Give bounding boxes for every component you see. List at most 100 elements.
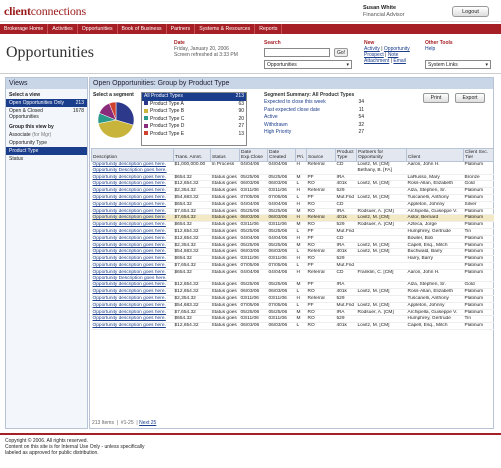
table-row[interactable]: Opportunity description goes here. $12,65… — [91, 322, 494, 330]
group-status[interactable]: Status — [6, 155, 87, 163]
nav-item-reports[interactable]: Reports — [255, 24, 283, 34]
segment-b[interactable]: Product Type B 90 — [142, 108, 246, 116]
table-cell: $12,654.32 — [173, 281, 211, 290]
column-header[interactable]: Status — [210, 148, 240, 162]
table-row[interactable]: Opportunity description goes here. $12,65… — [91, 228, 494, 236]
opportunity-description-link[interactable]: Opportunity description goes here. — [91, 322, 174, 330]
segment-a[interactable]: Product Type A 63 — [142, 101, 246, 109]
search-scope-select[interactable]: Opportunities ▾ — [264, 60, 352, 69]
nav-item-book-of-business[interactable]: Book of Business — [118, 24, 167, 34]
opportunity-description-link[interactable]: Opportunity description goes here. — [91, 174, 174, 182]
table-cell: Lovitz, M. [CM] — [356, 322, 407, 330]
column-header[interactable]: Description — [91, 148, 174, 162]
new-email-link[interactable]: Email — [393, 58, 406, 64]
table-cell: 03/11/06 — [239, 221, 268, 229]
table-row[interactable]: Opportunity description goes here. $2,354… — [91, 295, 494, 303]
nav-item-opportunities[interactable]: Opportunities — [78, 24, 118, 34]
table-cell: Archipella, Guiseppe V. — [406, 208, 464, 216]
segment-c[interactable]: Product Type C 20 — [142, 116, 246, 124]
opportunity-description-link[interactable]: Opportunity description goes here. — [91, 187, 174, 195]
opportunity-description-link[interactable]: Opportunity description goes here. — [91, 315, 174, 324]
opportunity-description-link[interactable]: Opportunity description goes here. Oppor… — [91, 161, 174, 175]
export-button[interactable]: Export — [455, 93, 485, 103]
opportunity-description-link[interactable]: Opportunity description goes here. Oppor… — [91, 269, 174, 283]
group-associate[interactable]: Associate (for Mgr) — [6, 131, 87, 139]
new-attachment-link[interactable]: Attachment — [364, 58, 389, 64]
column-header[interactable]: Pri. — [295, 148, 307, 162]
view-open-only[interactable]: Open Opportunities Only 213 — [6, 99, 87, 107]
opportunity-description-link[interactable]: Opportunity description goes here. — [91, 302, 174, 310]
opportunity-description-link[interactable]: Opportunity description goes here. — [91, 221, 174, 229]
opportunity-description-link[interactable]: Opportunity description goes here. — [91, 242, 174, 250]
nav-item-brokerage-home[interactable]: Brokerage Home — [0, 24, 49, 34]
table-row[interactable]: Opportunity description goes here. $7,654… — [91, 208, 494, 216]
table-cell: Referral — [306, 269, 336, 283]
table-row[interactable]: Opportunity description goes here. Oppor… — [91, 269, 494, 283]
opportunity-description-link[interactable]: Opportunity description goes here. — [91, 288, 174, 296]
table-row[interactable]: Opportunity description goes here. $2,354… — [91, 242, 494, 250]
table-cell: Humphrey, Gertrude — [406, 228, 464, 236]
nav-item-systems-resources[interactable]: Systems & Resources — [195, 24, 256, 34]
opportunity-description-link[interactable]: Opportunity description goes here. — [91, 180, 174, 189]
opportunity-description-link[interactable]: Opportunity description goes here. — [91, 255, 174, 263]
help-link[interactable]: Help — [425, 46, 435, 52]
group-product-type[interactable]: Product Type — [6, 147, 87, 155]
column-header[interactable]: Product Type — [335, 148, 357, 162]
group-opportunity-type[interactable]: Opportunity Type — [6, 139, 87, 147]
opportunity-description-link[interactable]: Opportunity description goes here. — [91, 214, 174, 223]
table-row[interactable]: Opportunity description goes here. $54,68… — [91, 194, 494, 202]
column-header[interactable]: Date Exp.Close — [239, 148, 268, 162]
opportunity-description-link[interactable]: Opportunity description goes here. — [91, 208, 174, 216]
opportunity-description-link[interactable]: Opportunity description goes here. — [91, 309, 174, 317]
table-cell: IRA — [335, 174, 357, 182]
table-row[interactable]: Opportunity description goes here. $7,654… — [91, 214, 494, 223]
column-header[interactable]: Date Created — [267, 148, 296, 162]
print-button[interactable]: Print — [423, 93, 449, 103]
table-cell: Platinum — [463, 295, 494, 303]
column-header[interactable]: Partners for Opportunity — [356, 148, 407, 162]
segment-pie-chart[interactable] — [96, 100, 136, 140]
table-row[interactable]: Opportunity description goes here. $2,354… — [91, 187, 494, 195]
opportunity-description-link[interactable]: Opportunity description goes here. — [91, 295, 174, 303]
opportunity-description-link[interactable]: Opportunity description goes here. — [91, 228, 174, 236]
opportunity-description-link[interactable]: Opportunity description goes here. — [91, 248, 174, 257]
system-links-select[interactable]: System Links ▾ — [425, 60, 491, 69]
table-row[interactable]: Opportunity description goes here. $12,65… — [91, 235, 494, 243]
table-cell: $12,654.32 — [173, 235, 211, 243]
table-row[interactable]: Opportunity description goes here. $54,68… — [91, 248, 494, 257]
table-row[interactable]: Opportunity description goes here. $654.3… — [91, 255, 494, 263]
column-header[interactable]: Client — [406, 148, 464, 162]
segment-list[interactable]: All Product Types 213 Product Type A 63 Pr… — [141, 92, 247, 146]
search-go-button[interactable]: Go! — [334, 48, 348, 57]
table-row[interactable]: Opportunity description goes here. $12,65… — [91, 288, 494, 296]
opportunity-description-link[interactable]: Opportunity description goes here. — [91, 235, 174, 243]
table-row[interactable]: Opportunity description goes here. $654.3… — [91, 174, 494, 182]
opportunity-description-link[interactable]: Opportunity description goes here. — [91, 262, 174, 270]
logout-button[interactable]: Logout — [452, 6, 489, 17]
table-row[interactable]: Opportunity description goes here. $54,68… — [91, 302, 494, 310]
table-row[interactable]: Opportunity description goes here. $12,65… — [91, 281, 494, 290]
column-header[interactable]: Trans. Amnt. — [173, 148, 211, 162]
next-page-link[interactable]: Next 25 — [139, 420, 156, 426]
table-row[interactable]: Opportunity description goes here. Oppor… — [91, 161, 494, 175]
table-row[interactable]: Opportunity description goes here. $654.3… — [91, 315, 494, 324]
nav-item-activities[interactable]: Activities — [48, 24, 78, 34]
view-open-closed[interactable]: Open & Closed Opportunities 1678 — [6, 107, 87, 121]
search-input[interactable] — [264, 48, 330, 57]
table-row[interactable]: Opportunity description goes here. $12,65… — [91, 180, 494, 189]
segment-d[interactable]: Product Type D 27 — [142, 123, 246, 131]
table-row[interactable]: Opportunity description goes here. $654.3… — [91, 221, 494, 229]
opportunity-description-link[interactable]: Opportunity description goes here. — [91, 194, 174, 202]
table-row[interactable]: Opportunity description goes here. $654.3… — [91, 201, 494, 209]
table-row[interactable]: Opportunity description goes here. $7,654… — [91, 309, 494, 317]
table-row[interactable]: Opportunity description goes here. $7,654… — [91, 262, 494, 270]
segment-all[interactable]: All Product Types 213 — [142, 93, 246, 101]
segment-e[interactable]: Product Type E 13 — [142, 131, 246, 139]
nav-item-partners[interactable]: Partners — [167, 24, 196, 34]
app-logo[interactable]: clientconnections — [4, 4, 86, 19]
column-header[interactable]: Source — [306, 148, 336, 162]
column-header[interactable]: Client Svc. Tier — [463, 148, 494, 162]
table-cell: $654.32 — [173, 269, 211, 283]
opportunity-description-link[interactable]: Opportunity description goes here. — [91, 201, 174, 209]
opportunity-description-link[interactable]: Opportunity description goes here. — [91, 281, 174, 290]
